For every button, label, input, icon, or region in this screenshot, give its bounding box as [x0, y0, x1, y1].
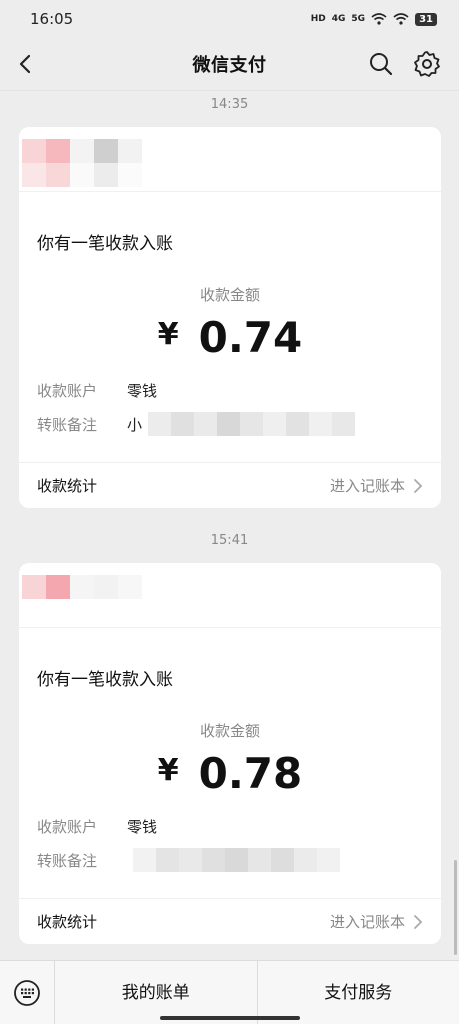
account-value: 零钱: [127, 381, 158, 400]
chevron-left-icon[interactable]: [12, 50, 40, 78]
ledger-text: 进入记账本: [329, 913, 405, 931]
ledger-link[interactable]: 收款统计 进入记账本: [19, 898, 441, 944]
message-time: 14:35: [210, 97, 249, 112]
search-icon[interactable]: [367, 50, 395, 78]
signal-4g-icon: 4G: [331, 14, 346, 24]
battery-icon: 31: [415, 12, 437, 26]
scrollbar[interactable]: [454, 860, 457, 955]
account-row: 收款账户 零钱: [37, 813, 441, 839]
message-time: 15:41: [210, 533, 249, 548]
card-title: 你有一笔收款入账: [37, 234, 173, 254]
amount-label: 收款金额: [199, 286, 260, 304]
ledger-label: 进入记账本: [330, 911, 423, 932]
home-indicator: [160, 1016, 300, 1020]
status-time: 16:05: [30, 10, 74, 28]
note-row: 转账备注: [37, 847, 441, 873]
keyboard-toggle-button[interactable]: [0, 960, 55, 1024]
my-bills-tab[interactable]: 我的账单: [55, 960, 258, 1024]
keyboard-icon: [14, 979, 40, 1006]
currency-symbol: ¥: [157, 317, 179, 352]
note-value: 小: [127, 415, 143, 434]
card-header: [19, 563, 441, 628]
ledger-label: 进入记账本: [330, 475, 423, 496]
amount-label: 收款金额: [199, 722, 260, 740]
card-title: 你有一笔收款入账: [37, 670, 173, 690]
currency-symbol: ¥: [157, 753, 179, 788]
blurred-account-avatar: [22, 139, 142, 187]
status-icons: HD 4G 5G 31: [310, 12, 437, 26]
note-row: 转账备注 小: [37, 411, 441, 437]
signal-5g-icon: 5G: [351, 14, 366, 24]
stats-label: 收款统计: [37, 913, 98, 931]
header-divider: [0, 90, 459, 91]
blurred-account-avatar: [22, 575, 142, 599]
blurred-note: [133, 848, 340, 872]
account-value: 零钱: [127, 817, 158, 836]
status-bar: 16:05 HD 4G 5G 31: [0, 0, 459, 38]
payment-card: 你有一笔收款入账 收款金额 ¥0.78 收款账户 零钱 转账备注 收款统计 进入…: [19, 563, 441, 944]
bottom-menu-bar: 我的账单 支付服务: [0, 960, 459, 1024]
account-label: 收款账户: [37, 817, 98, 836]
wifi-icon-2: [393, 13, 409, 25]
hd-icon: HD: [310, 14, 326, 24]
amount-value: ¥0.78: [19, 749, 441, 801]
card-header: [19, 127, 441, 192]
payment-card: 你有一笔收款入账 收款金额 ¥0.74 收款账户 零钱 转账备注 小 收款统计 …: [19, 127, 441, 508]
payment-services-tab[interactable]: 支付服务: [258, 961, 459, 1024]
header: 微信支付: [0, 38, 459, 90]
blurred-note: [148, 412, 356, 436]
chevron-right-icon: [414, 914, 423, 929]
chevron-right-icon: [414, 478, 423, 493]
account-row: 收款账户 零钱: [37, 377, 441, 403]
amount-value: ¥0.74: [19, 313, 441, 365]
account-label: 收款账户: [37, 381, 98, 400]
ledger-text: 进入记账本: [329, 477, 405, 495]
amount-number: 0.78: [198, 749, 303, 798]
amount-number: 0.74: [198, 313, 303, 362]
note-label: 转账备注: [37, 851, 98, 870]
wifi-icon: [371, 13, 387, 25]
ledger-link[interactable]: 收款统计 进入记账本: [19, 462, 441, 508]
stats-label: 收款统计: [37, 477, 98, 495]
page-title: 微信支付: [192, 55, 267, 76]
gear-icon[interactable]: [413, 50, 441, 78]
note-label: 转账备注: [37, 415, 98, 434]
